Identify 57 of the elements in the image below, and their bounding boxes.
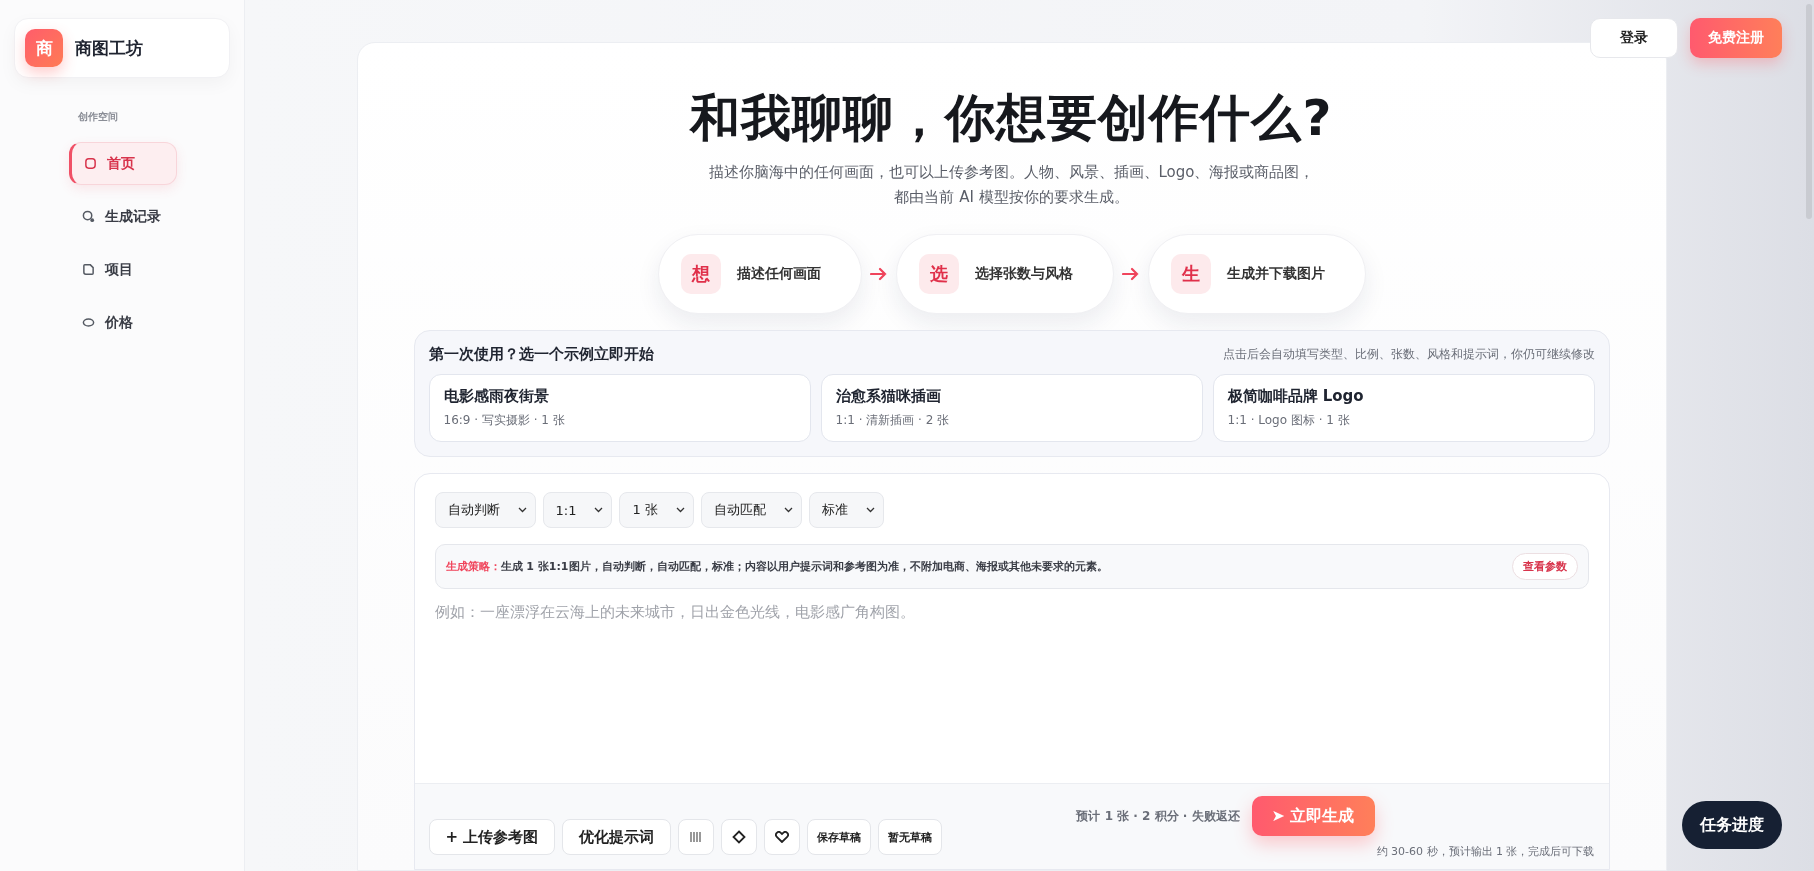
oval-icon xyxy=(82,316,95,329)
caret-icon xyxy=(594,507,604,513)
dropdown[interactable]: 1:1 xyxy=(542,492,613,528)
icon-button[interactable] xyxy=(721,819,758,855)
task-progress-button[interactable]: 任务进度 xyxy=(1682,801,1782,849)
examples-hint: 点击后会自动填写类型、比例、张数、风格和提示词，你仍可继续修改 xyxy=(1222,346,1595,363)
caret-icon xyxy=(865,507,875,513)
draft-button[interactable]: 保存草稿 xyxy=(807,819,872,855)
sidebar-item[interactable]: 生成记录 xyxy=(69,195,177,238)
caret-icon xyxy=(517,507,527,513)
eta-text: 约 30-60 秒，预计输出 1 张，完成后可下载 xyxy=(1376,844,1595,859)
view-params-button[interactable]: 查看参数 xyxy=(1511,553,1578,580)
step-badge: 想 xyxy=(680,254,721,294)
caret-icon xyxy=(675,507,685,513)
example-card[interactable]: 治愈系猫咪插画 1:1 · 清新插画 · 2 张 xyxy=(820,374,1203,442)
tool-button[interactable]: + 上传参考图 xyxy=(428,819,556,855)
step-badge: 生 xyxy=(1170,254,1211,294)
brand-logo: 商 xyxy=(25,29,63,67)
hero-subtitle: 描述你脑海中的任何画面，也可以上传参考图。人物、风景、插画、Logo、海报或商品图， 都由当前 AI 模型按你的要求生成。 xyxy=(708,162,1315,208)
grid-icon xyxy=(690,831,703,843)
arrow-icon xyxy=(1121,267,1140,281)
strategy-text: 生成策略：生成 1 张1:1图片，自动判断，自动匹配，标准；内容以用户提示词和参考图为准，不附加电商、海报或其他未要求的元素。 xyxy=(445,559,1108,574)
draft-button[interactable]: 暂无草稿 xyxy=(878,819,943,855)
example-meta: 16:9 · 写实摄影 · 1 张 xyxy=(443,412,566,429)
section-label: 创作空间 xyxy=(78,110,119,124)
example-title: 治愈系猫咪插画 xyxy=(835,387,942,406)
prompt-field[interactable]: 例如：一座漂浮在云海上的未来城市，日出金色光线，电影感广角构图。 xyxy=(434,599,1589,625)
examples-title: 第一次使用？选一个示例立即开始 xyxy=(428,345,654,364)
heart-icon xyxy=(775,831,790,843)
dropdown[interactable]: 自动判断 xyxy=(434,492,536,528)
example-meta: 1:1 · Logo 图标 · 1 张 xyxy=(1227,412,1351,429)
step-label: 描述任何画面 xyxy=(736,265,821,283)
example-title: 极简咖啡品牌 Logo xyxy=(1227,387,1365,406)
tool-button[interactable]: 优化提示词 xyxy=(562,819,672,855)
sidebar-item[interactable]: 项目 xyxy=(69,248,177,291)
caret-icon xyxy=(783,507,793,513)
step-label: 选择张数与风格 xyxy=(974,265,1073,283)
example-card[interactable]: 极简咖啡品牌 Logo 1:1 · Logo 图标 · 1 张 xyxy=(1212,374,1595,442)
hero-title: 和我聊聊，你想要创作什么? xyxy=(690,88,1333,149)
sidebar-item[interactable]: 首页 xyxy=(69,142,177,185)
icon-button[interactable] xyxy=(764,819,801,855)
arrow-icon xyxy=(869,267,888,281)
square-icon xyxy=(84,157,97,170)
example-meta: 1:1 · 清新插画 · 2 张 xyxy=(835,412,951,429)
sidebar-item[interactable]: 价格 xyxy=(69,301,177,344)
step-badge: 选 xyxy=(918,254,959,294)
brand-name: 商图工坊 xyxy=(75,36,143,60)
example-card[interactable]: 电影感雨夜街景 16:9 · 写实摄影 · 1 张 xyxy=(428,374,811,442)
step-label: 生成并下载图片 xyxy=(1226,265,1325,283)
dropdown[interactable]: 标准 xyxy=(808,492,884,528)
login-button[interactable]: 登录 xyxy=(1590,18,1678,58)
diamond-icon xyxy=(732,830,747,844)
search-icon xyxy=(82,210,95,223)
dropdown[interactable]: 自动匹配 xyxy=(700,492,802,528)
dropdown[interactable]: 1 张 xyxy=(619,492,694,528)
example-title: 电影感雨夜街景 xyxy=(443,387,550,406)
estimate-text: 预计 1 张 · 2 积分 · 失败返还 xyxy=(1076,807,1240,825)
